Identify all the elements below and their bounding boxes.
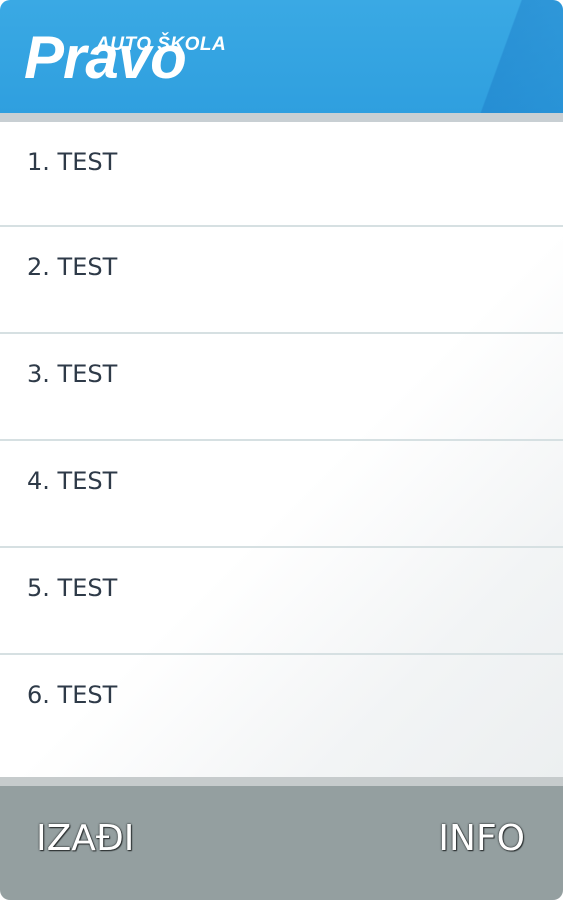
list-item-test-5[interactable]: 5. TEST (0, 548, 563, 655)
footer-divider (0, 777, 563, 786)
list-item-label: 1. TEST (27, 148, 118, 176)
test-list: 1. TEST 2. TEST 3. TEST 4. TEST 5. TEST … (0, 122, 563, 777)
list-item-label: 6. TEST (27, 681, 118, 709)
list-item-label: 5. TEST (27, 574, 118, 602)
app-window: Pravo AUTO ŠKOLA 1. TEST 2. TEST 3. TEST… (0, 0, 563, 900)
list-item-label: 3. TEST (27, 360, 118, 388)
list-item-test-1[interactable]: 1. TEST (0, 122, 563, 227)
list-item-test-6[interactable]: 6. TEST (0, 655, 563, 755)
list-item-test-2[interactable]: 2. TEST (0, 227, 563, 334)
list-item-test-4[interactable]: 4. TEST (0, 441, 563, 548)
app-footer: IZAĐI INFO (0, 786, 563, 900)
exit-button[interactable]: IZAĐI (36, 818, 134, 859)
logo: Pravo AUTO ŠKOLA (24, 22, 254, 92)
list-item-label: 2. TEST (27, 253, 118, 281)
list-item-test-3[interactable]: 3. TEST (0, 334, 563, 441)
list-item-label: 4. TEST (27, 467, 118, 495)
app-header: Pravo AUTO ŠKOLA (0, 0, 563, 113)
info-button[interactable]: INFO (438, 818, 525, 859)
header-divider (0, 113, 563, 122)
logo-subtitle: AUTO ŠKOLA (96, 34, 227, 55)
